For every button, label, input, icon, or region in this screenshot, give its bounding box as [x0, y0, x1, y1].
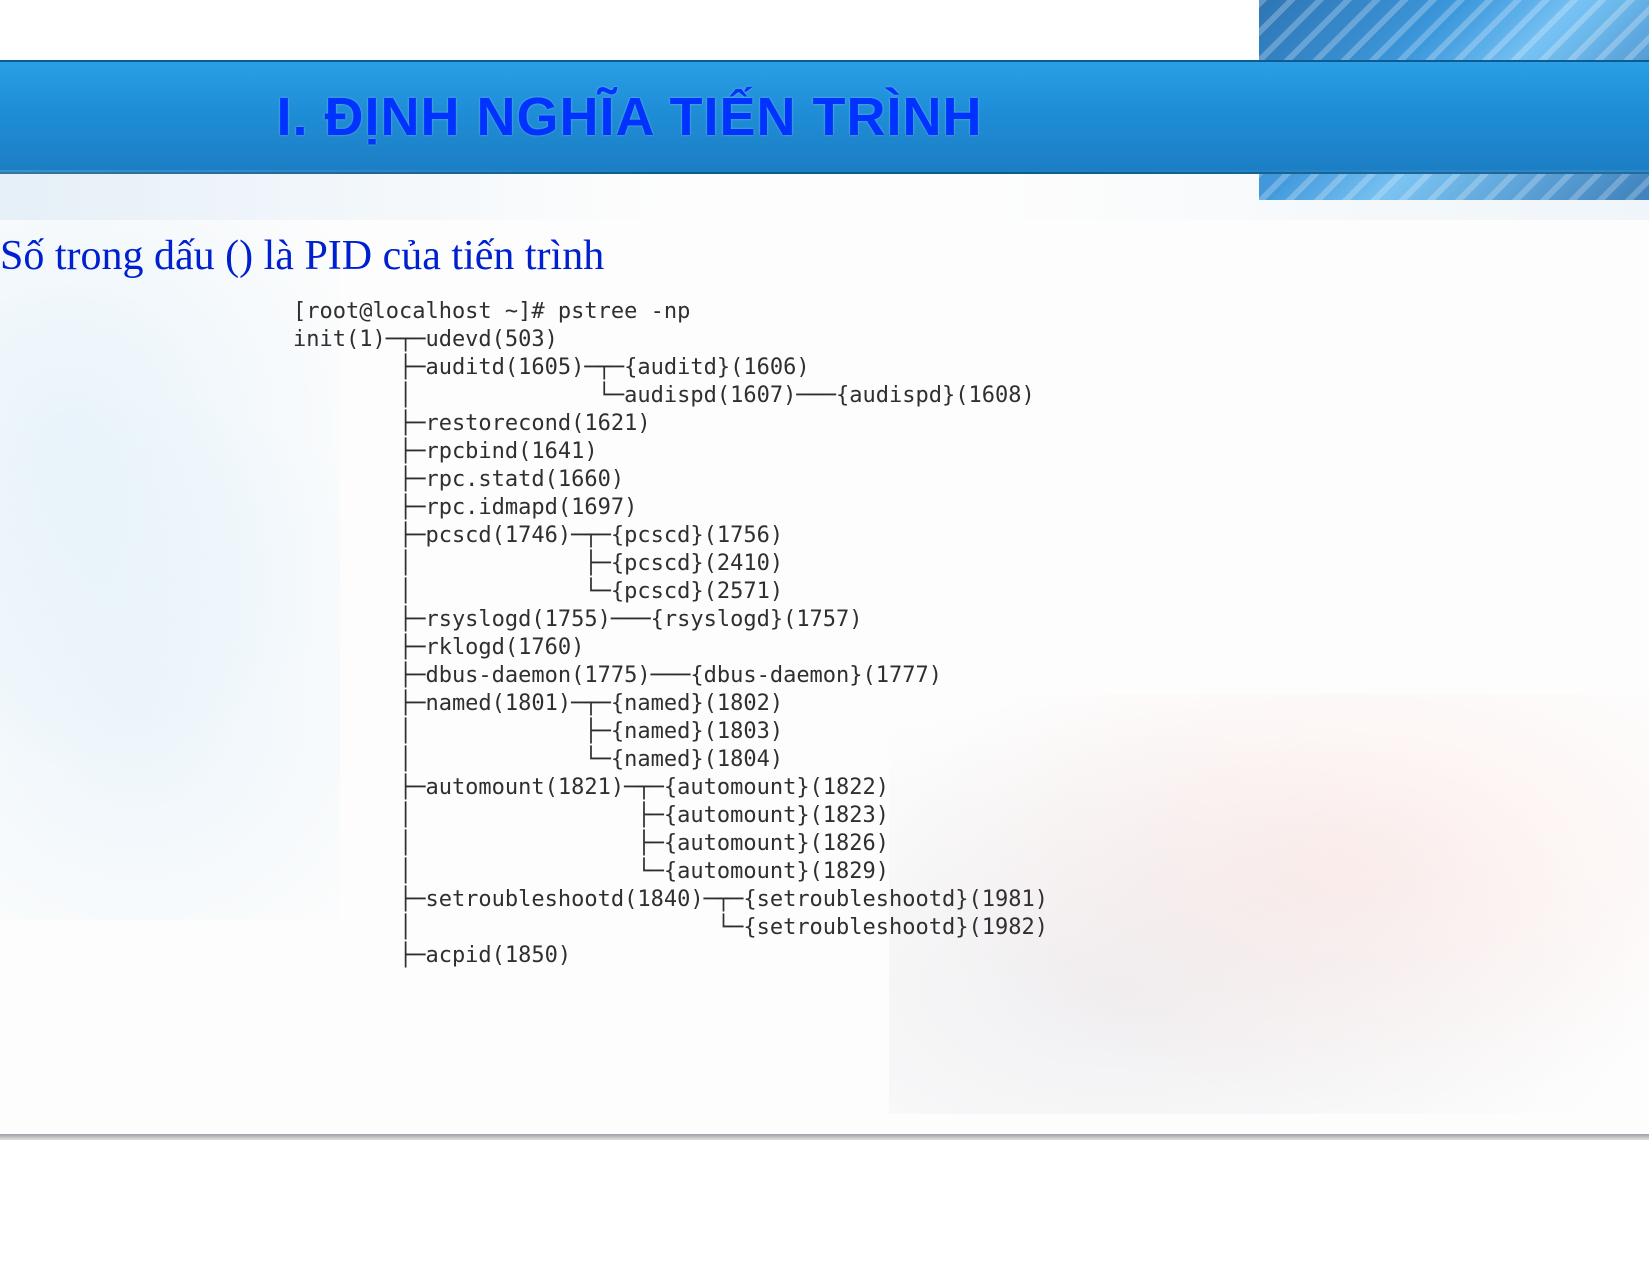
slide: { "header": { "title": "I. ĐỊNH NGHĨA TI…	[0, 0, 1649, 1274]
subtitle-text: Số trong dấu () là PID của tiến trình	[0, 232, 1649, 280]
terminal-output: [root@localhost ~]# pstree -np init(1)─┬…	[293, 298, 1048, 970]
footer	[0, 1134, 1649, 1274]
subtitle-span: Số trong dấu () là PID của tiến trình	[0, 232, 604, 280]
title-bar: I. ĐỊNH NGHĨA TIẾN TRÌNH	[0, 60, 1649, 174]
footer-divider	[0, 1134, 1649, 1140]
background-swirl	[0, 220, 340, 920]
slide-title: I. ĐỊNH NGHĨA TIẾN TRÌNH	[0, 62, 1259, 172]
subheader-band	[0, 170, 1649, 220]
